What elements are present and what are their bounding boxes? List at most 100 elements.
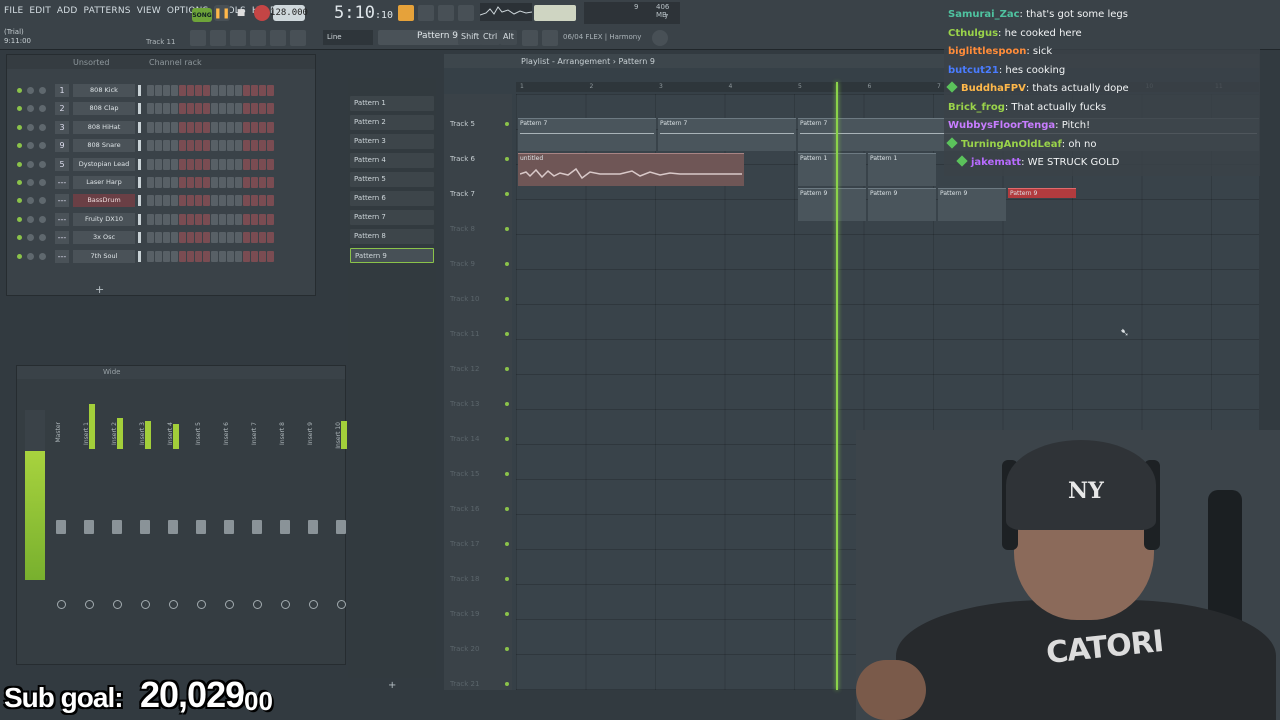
mixer-strip[interactable]: Insert 9 [301, 392, 327, 632]
mixer-strip[interactable]: Insert 2 [105, 392, 131, 632]
alt-key-button[interactable]: Alt [500, 30, 517, 45]
track-enable-led[interactable] [505, 437, 509, 441]
channel-name-button[interactable]: Dystopian Lead [73, 157, 135, 171]
track-header[interactable]: Track 18 [450, 575, 509, 583]
step-button[interactable] [179, 195, 186, 207]
mixer-strip[interactable]: Insert 5 [189, 392, 215, 632]
channel-volume-knob[interactable] [39, 160, 46, 168]
channel-name-button[interactable]: 7th Soul [73, 249, 135, 263]
step-button[interactable] [171, 213, 178, 225]
step-button[interactable] [195, 232, 202, 244]
step-button[interactable] [219, 85, 226, 96]
step-button[interactable] [267, 250, 274, 262]
song-mode-toggle[interactable]: SONG [192, 8, 212, 22]
step-button[interactable] [211, 140, 218, 152]
clip-track5-1[interactable]: Pattern 7 [518, 118, 656, 151]
step-button[interactable] [147, 232, 154, 244]
step-button[interactable] [195, 177, 202, 188]
step-button[interactable] [251, 250, 258, 262]
channel-mixer-track[interactable]: --- [55, 212, 69, 226]
track-enable-led[interactable] [505, 122, 509, 126]
clip-track7-selected[interactable]: Pattern 9 [1008, 188, 1076, 198]
track-enable-led[interactable] [505, 227, 509, 231]
step-button[interactable] [219, 177, 226, 188]
channel-mute-led[interactable] [17, 143, 22, 149]
channel-select-indicator[interactable] [138, 232, 141, 244]
step-button[interactable] [147, 140, 154, 152]
channel-volume-knob[interactable] [39, 234, 46, 242]
mixer-pan-knob[interactable] [85, 600, 94, 609]
step-button[interactable] [219, 103, 226, 115]
channel-name-button[interactable]: 808 Snare [73, 139, 135, 153]
step-button[interactable] [203, 195, 210, 207]
mixer-strip[interactable]: Insert 3 [133, 392, 159, 632]
step-button[interactable] [187, 250, 194, 262]
channel-row[interactable]: --- Laser Harp [13, 175, 309, 190]
channel-name-button[interactable]: 3x Osc [73, 231, 135, 245]
step-button[interactable] [147, 158, 154, 170]
mixer-pan-knob[interactable] [309, 600, 318, 609]
step-button[interactable] [163, 158, 170, 170]
pattern-item[interactable]: Pattern 8 [350, 229, 434, 244]
step-button[interactable] [163, 85, 170, 96]
channel-name-button[interactable]: BassDrum [73, 194, 135, 208]
master-volume-slider[interactable] [534, 5, 576, 21]
step-button[interactable] [243, 85, 250, 96]
step-button[interactable] [227, 213, 234, 225]
channel-mixer-track[interactable]: 2 [55, 102, 69, 116]
mixer-strip[interactable]: Insert 4 [161, 392, 187, 632]
step-button[interactable] [227, 195, 234, 207]
menu-view[interactable]: VIEW [137, 6, 161, 16]
mixer-fader[interactable] [140, 520, 150, 534]
step-button[interactable] [147, 213, 154, 225]
mixer-strip[interactable]: Insert 6 [217, 392, 243, 632]
track-enable-led[interactable] [505, 332, 509, 336]
channel-mute-led[interactable] [17, 161, 22, 167]
step-button[interactable] [235, 232, 242, 244]
channel-volume-knob[interactable] [39, 179, 46, 186]
step-button[interactable] [259, 195, 266, 207]
step-button[interactable] [155, 177, 162, 188]
track-header[interactable]: Track 6 [450, 155, 509, 163]
pattern-item[interactable]: Pattern 7 [350, 210, 434, 225]
channel-name-button[interactable]: 808 Clap [73, 102, 135, 116]
mixer-pan-knob[interactable] [197, 600, 206, 609]
step-button[interactable] [227, 232, 234, 244]
channel-mixer-track[interactable]: 3 [55, 120, 69, 134]
step-button[interactable] [155, 103, 162, 115]
channel-pan-knob[interactable] [27, 123, 34, 131]
step-button[interactable] [227, 158, 234, 170]
channel-pan-knob[interactable] [27, 105, 34, 113]
step-button[interactable] [259, 250, 266, 262]
metronome-icon[interactable] [398, 5, 414, 21]
tempo-display[interactable]: 128.000 [270, 5, 308, 21]
step-button[interactable] [203, 103, 210, 115]
channel-select-indicator[interactable] [138, 195, 141, 207]
channel-select-indicator[interactable] [138, 158, 141, 170]
channel-row[interactable]: --- Fruity DX10 [13, 212, 309, 227]
step-button[interactable] [227, 121, 234, 133]
step-button[interactable] [267, 177, 274, 188]
mixer-fader[interactable] [252, 520, 262, 534]
mixer-pan-knob[interactable] [169, 600, 178, 609]
mixer-pan-knob[interactable] [337, 600, 346, 609]
step-button[interactable] [179, 232, 186, 244]
step-button[interactable] [147, 85, 154, 96]
track-enable-led[interactable] [505, 542, 509, 546]
track-header[interactable]: Track 8 [450, 225, 509, 233]
step-button[interactable] [235, 121, 242, 133]
track-header[interactable]: Track 9 [450, 260, 509, 268]
channel-name-button[interactable]: Fruity DX10 [73, 212, 135, 226]
step-button[interactable] [267, 158, 274, 170]
track-enable-led[interactable] [505, 682, 509, 686]
pattern-item[interactable]: Pattern 9 [350, 248, 434, 263]
step-button[interactable] [179, 213, 186, 225]
step-button[interactable] [195, 213, 202, 225]
step-button[interactable] [251, 140, 258, 152]
step-button[interactable] [163, 103, 170, 115]
step-button[interactable] [259, 177, 266, 188]
step-button[interactable] [219, 213, 226, 225]
channel-pan-knob[interactable] [27, 234, 34, 242]
step-button[interactable] [187, 177, 194, 188]
clip-track5-2[interactable]: Pattern 7 [658, 118, 796, 151]
